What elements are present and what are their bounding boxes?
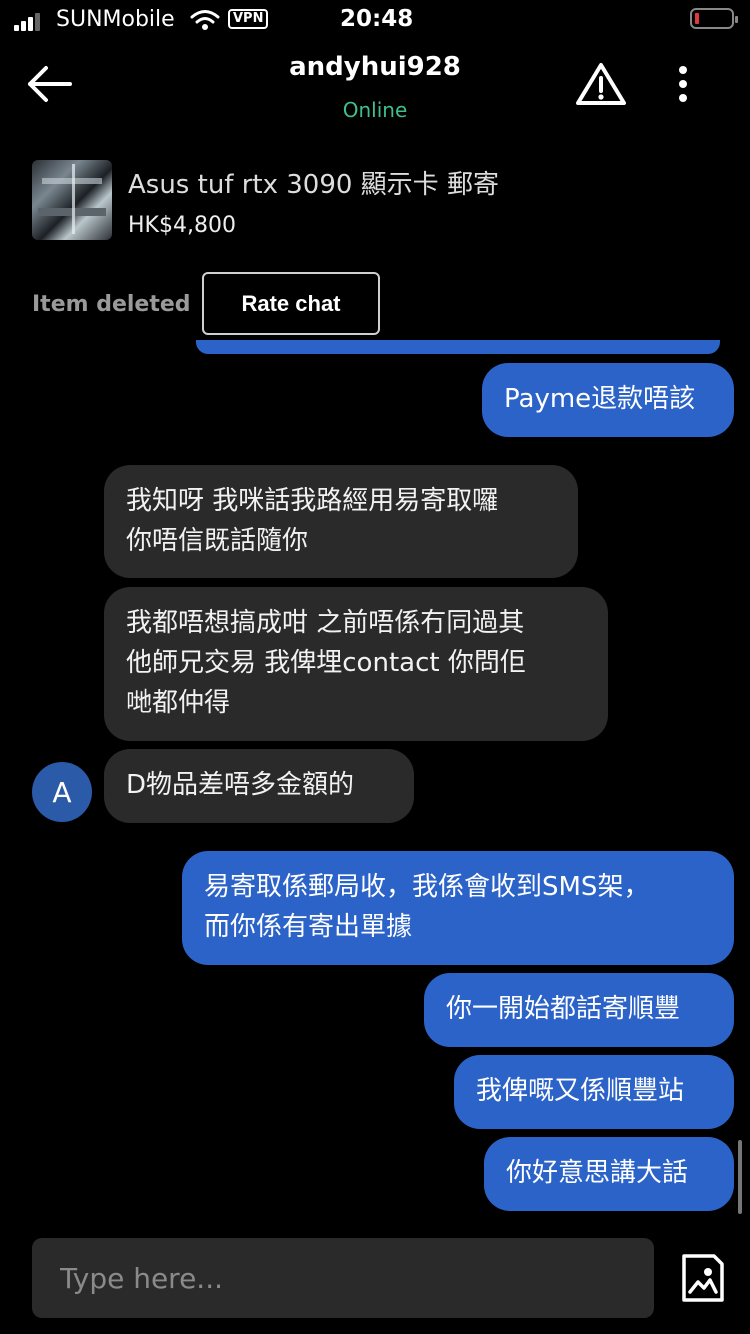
message-input[interactable] <box>32 1238 654 1318</box>
listing-thumbnail[interactable] <box>32 160 112 240</box>
rate-chat-button[interactable]: Rate chat <box>202 272 380 335</box>
more-options-icon[interactable] <box>664 60 702 108</box>
incoming-message-bubble[interactable]: D物品差唔多金額的 <box>104 749 414 823</box>
wifi-icon <box>190 10 220 30</box>
status-time: 20:48 <box>340 6 414 32</box>
incoming-message-bubble[interactable]: 我知呀 我咪話我路經用易寄取囉 你唔信既話隨你 <box>104 465 578 578</box>
outgoing-message-bubble[interactable]: 你好意思講大話 <box>484 1137 734 1211</box>
vpn-badge: VPN <box>228 9 269 29</box>
warning-icon[interactable] <box>574 60 628 108</box>
item-deleted-label: Item deleted <box>32 292 191 317</box>
outgoing-message-bubble[interactable]: 易寄取係郵局收，我係會收到SMS架， 而你係有寄出單據 <box>182 851 734 965</box>
outgoing-message-bubble[interactable]: 我俾嘅又係順豐站 <box>454 1055 734 1129</box>
listing-price: HK$4,800 <box>128 213 236 238</box>
cellular-signal-icon <box>14 12 42 31</box>
outgoing-message-bubble[interactable]: Payme退款唔該 <box>482 363 734 437</box>
listing-title[interactable]: Asus tuf rtx 3090 顯示卡 郵寄 <box>128 164 499 201</box>
battery-icon <box>690 8 738 29</box>
outgoing-message-bubble <box>196 340 720 354</box>
chat-username[interactable]: andyhui928 <box>0 52 750 82</box>
carrier-name: SUNMobile <box>56 7 175 32</box>
online-status: Online <box>342 98 408 122</box>
scrollbar[interactable] <box>738 1140 742 1214</box>
outgoing-message-bubble[interactable]: 你一開始都話寄順豐 <box>424 973 734 1047</box>
image-upload-icon[interactable] <box>678 1252 726 1304</box>
incoming-message-bubble[interactable]: 我都唔想搞成咁 之前唔係冇同過其 他師兄交易 我俾埋contact 你問佢 哋都… <box>104 587 608 741</box>
avatar[interactable]: A <box>32 762 92 822</box>
